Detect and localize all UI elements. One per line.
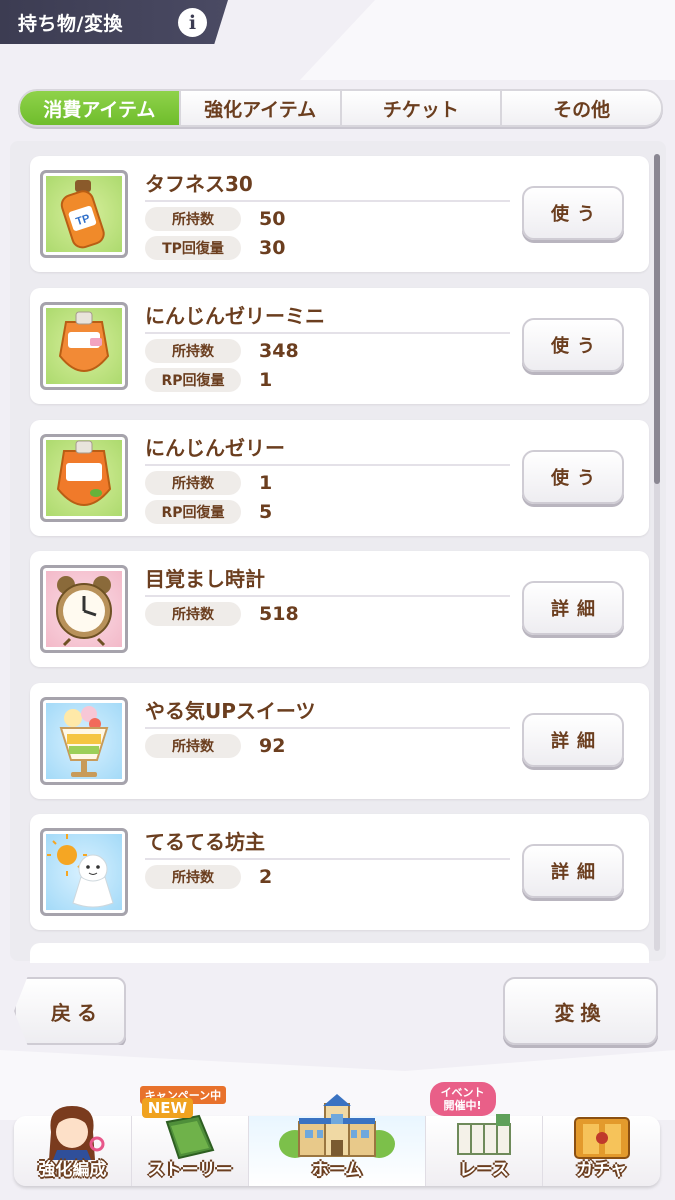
- character-portrait-icon: [49, 1106, 105, 1160]
- nav-label: ホーム: [311, 1160, 363, 1180]
- item-name: てるてる坊主: [145, 830, 265, 854]
- parfait-icon: [40, 697, 128, 785]
- stat-row: 所持数 348: [145, 339, 299, 363]
- stat-label: 所持数: [145, 471, 241, 495]
- nav-label: 強化編成: [38, 1160, 107, 1180]
- nav-item-enhance-formation[interactable]: 強化編成: [14, 1106, 132, 1186]
- back-button[interactable]: 戻る: [14, 977, 126, 1045]
- item-list-scrollbar[interactable]: [654, 154, 660, 951]
- details-button[interactable]: 詳細: [522, 713, 624, 767]
- scrollbar-thumb[interactable]: [654, 154, 660, 484]
- carrot-jelly-mini-icon: [40, 302, 128, 390]
- stat-label: 所持数: [145, 734, 241, 758]
- stat-row: RP回復量 1: [145, 368, 272, 392]
- bottom-nav: 強化編成 キャンペーン中 NEW ストーリー ホーム イベント 開催中! レース…: [14, 1082, 660, 1186]
- stat-row: 所持数 518: [145, 602, 299, 626]
- divider: [145, 727, 510, 729]
- stat-value: 30: [259, 237, 286, 259]
- stat-value: 1: [259, 472, 273, 494]
- item-name: にんじんゼリー: [145, 436, 285, 460]
- tab-tickets[interactable]: チケット: [341, 91, 503, 125]
- stat-label: 所持数: [145, 207, 241, 231]
- stat-row: TP回復量 30: [145, 236, 285, 260]
- list-item: TP タフネス30 所持数 50 TP回復量 30 使う: [30, 156, 649, 272]
- nav-label: ガチャ: [576, 1160, 628, 1180]
- details-button[interactable]: 詳細: [522, 581, 624, 635]
- stat-label: 所持数: [145, 339, 241, 363]
- stat-value: 348: [259, 340, 299, 362]
- nav-item-gacha[interactable]: ガチャ: [543, 1116, 660, 1186]
- stat-value: 518: [259, 603, 299, 625]
- details-button[interactable]: 詳細: [522, 844, 624, 898]
- event-badge: イベント 開催中!: [429, 1082, 496, 1116]
- convert-button[interactable]: 変換: [503, 977, 658, 1045]
- divider: [145, 595, 510, 597]
- nav-label: ストーリー: [147, 1160, 233, 1180]
- list-item: やる気UPスイーツ 所持数 92 詳細: [30, 683, 649, 799]
- gacha-gate-icon: [573, 1117, 630, 1159]
- race-gate-icon: [456, 1114, 511, 1155]
- nav-item-story[interactable]: キャンペーン中 NEW ストーリー: [132, 1086, 250, 1186]
- use-button[interactable]: 使う: [522, 318, 624, 372]
- stat-value: 1: [259, 369, 273, 391]
- stat-label: RP回復量: [145, 368, 241, 392]
- tp-bottle-icon: TP: [40, 170, 128, 258]
- item-name: にんじんゼリーミニ: [145, 304, 325, 328]
- teru-teru-bozu-icon: [40, 828, 128, 916]
- stat-label: 所持数: [145, 865, 241, 889]
- page-title: 持ち物/変換: [18, 12, 123, 35]
- tab-other[interactable]: その他: [502, 91, 661, 125]
- divider: [145, 200, 510, 202]
- tab-consumable-items[interactable]: 消費アイテム: [20, 91, 181, 125]
- tab-enhancement-items[interactable]: 強化アイテム: [180, 91, 342, 125]
- stat-row: 所持数 50: [145, 207, 285, 231]
- nav-item-race[interactable]: イベント 開催中! レース: [426, 1082, 544, 1186]
- item-name: タフネス30: [145, 172, 253, 196]
- list-item: にんじんゼリー 所持数 1 RP回復量 5 使う: [30, 420, 649, 536]
- divider: [145, 464, 510, 466]
- info-icon[interactable]: i: [178, 8, 207, 37]
- school-building-icon: [279, 1094, 396, 1158]
- stat-label: RP回復量: [145, 500, 241, 524]
- nav-label: レース: [458, 1160, 509, 1180]
- stat-row: 所持数 1: [145, 471, 272, 495]
- category-tabs: 消費アイテム 強化アイテム チケット その他: [18, 89, 663, 127]
- use-button[interactable]: 使う: [522, 450, 624, 504]
- list-item: 目覚まし時計 所持数 518 詳細: [30, 551, 649, 667]
- alarm-clock-icon: [40, 565, 128, 653]
- story-book-icon: [165, 1114, 215, 1160]
- use-button[interactable]: 使う: [522, 186, 624, 240]
- nav-item-home[interactable]: ホーム: [249, 1094, 426, 1186]
- stat-row: 所持数 92: [145, 734, 285, 758]
- new-badge: NEW: [141, 1098, 194, 1118]
- stat-value: 2: [259, 866, 273, 888]
- stat-row: 所持数 2: [145, 865, 272, 889]
- item-name: 目覚まし時計: [145, 567, 265, 591]
- stat-label: 所持数: [145, 602, 241, 626]
- background-shard: [300, 0, 675, 80]
- stat-value: 50: [259, 208, 286, 230]
- item-name: やる気UPスイーツ: [145, 699, 316, 723]
- list-item-partial: [30, 943, 649, 963]
- divider: [145, 858, 510, 860]
- stat-label: TP回復量: [145, 236, 241, 260]
- stat-value: 5: [259, 501, 273, 523]
- stat-row: RP回復量 5: [145, 500, 272, 524]
- list-item: てるてる坊主 所持数 2 詳細: [30, 814, 649, 930]
- stat-value: 92: [259, 735, 286, 757]
- divider: [145, 332, 510, 334]
- carrot-jelly-icon: [40, 434, 128, 522]
- list-item: にんじんゼリーミニ 所持数 348 RP回復量 1 使う: [30, 288, 649, 404]
